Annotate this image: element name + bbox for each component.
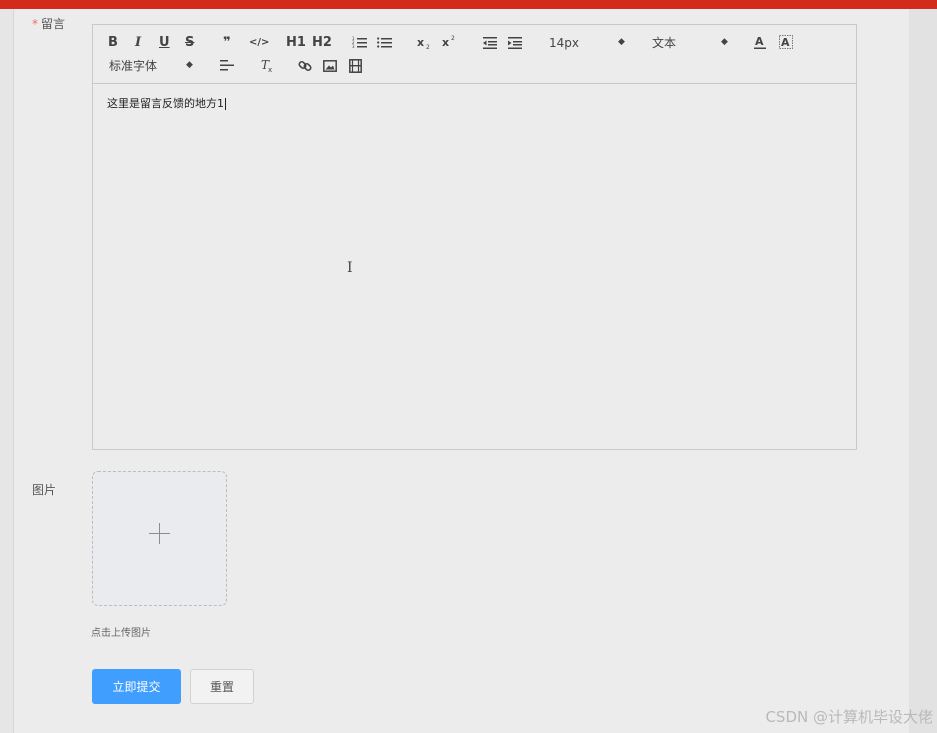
image-label: 图片 <box>32 483 57 497</box>
text-caret <box>225 98 226 110</box>
header-select[interactable]: 文本 <box>652 35 676 51</box>
reset-button[interactable]: 重置 <box>190 669 254 704</box>
svg-text:x: x <box>442 36 449 48</box>
required-mark: * <box>32 17 38 31</box>
font-size-arrows-icon: ◆ <box>618 37 625 47</box>
h2-button[interactable]: H2 <box>312 35 332 51</box>
ordered-list-icon[interactable]: 123 <box>352 36 367 49</box>
text-cursor-icon: I <box>347 260 353 276</box>
header-arrows-icon: ◆ <box>721 37 728 47</box>
svg-text:A: A <box>755 35 764 48</box>
blockquote-button[interactable]: ❞ <box>223 35 231 51</box>
svg-text:x: x <box>268 66 272 73</box>
outdent-icon[interactable] <box>483 37 497 49</box>
editor-content-value: 这里是留言反馈的地方1 <box>107 97 224 110</box>
svg-text:2: 2 <box>451 35 455 42</box>
strike-button[interactable]: S <box>185 35 194 51</box>
plus-icon-vertical <box>159 523 160 544</box>
clear-format-icon[interactable]: T x <box>260 58 274 73</box>
watermark: CSDN @计算机毕设大佬 <box>765 708 933 726</box>
bullet-list-icon[interactable] <box>377 36 392 49</box>
editor-content-text: 这里是留言反馈的地方1 <box>107 95 226 111</box>
link-icon[interactable] <box>298 59 312 73</box>
font-family-arrows-icon: ◆ <box>186 60 193 70</box>
video-icon[interactable] <box>349 59 362 73</box>
superscript-icon[interactable]: x 2 <box>442 34 457 48</box>
underline-button[interactable]: U <box>159 35 170 51</box>
svg-text:3: 3 <box>352 44 355 49</box>
message-label-text: 留言 <box>41 17 66 31</box>
svg-text:2: 2 <box>426 44 430 50</box>
svg-text:x: x <box>417 36 424 49</box>
background-color-icon[interactable]: A <box>779 35 793 49</box>
page-scrollbar-track[interactable] <box>909 9 937 733</box>
bold-button[interactable]: B <box>108 35 118 51</box>
subscript-icon[interactable]: x 2 <box>417 36 432 50</box>
font-family-select[interactable]: 标准字体 <box>109 58 157 74</box>
editor-content-area[interactable]: 这里是留言反馈的地方1 I <box>93 84 856 449</box>
rich-text-editor: B I U S ❞ </> H1 H2 123 x 2 x 2 14px ◆ 文… <box>92 24 857 450</box>
image-icon[interactable] <box>323 60 337 72</box>
h1-button[interactable]: H1 <box>286 35 306 51</box>
message-label: * 留言 <box>32 15 65 32</box>
font-size-select[interactable]: 14px <box>549 35 579 51</box>
editor-toolbar: B I U S ❞ </> H1 H2 123 x 2 x 2 14px ◆ 文… <box>93 25 856 84</box>
upload-tip: 点击上传图片 <box>91 628 151 639</box>
svg-text:A: A <box>781 36 790 49</box>
italic-button[interactable]: I <box>135 35 141 51</box>
submit-button[interactable]: 立即提交 <box>92 669 181 704</box>
image-upload-box[interactable] <box>92 471 227 606</box>
text-color-icon[interactable]: A <box>754 35 766 50</box>
align-left-icon[interactable] <box>220 60 234 71</box>
top-accent-bar <box>0 0 937 9</box>
code-block-button[interactable]: </> <box>249 35 269 51</box>
indent-icon[interactable] <box>508 37 522 49</box>
